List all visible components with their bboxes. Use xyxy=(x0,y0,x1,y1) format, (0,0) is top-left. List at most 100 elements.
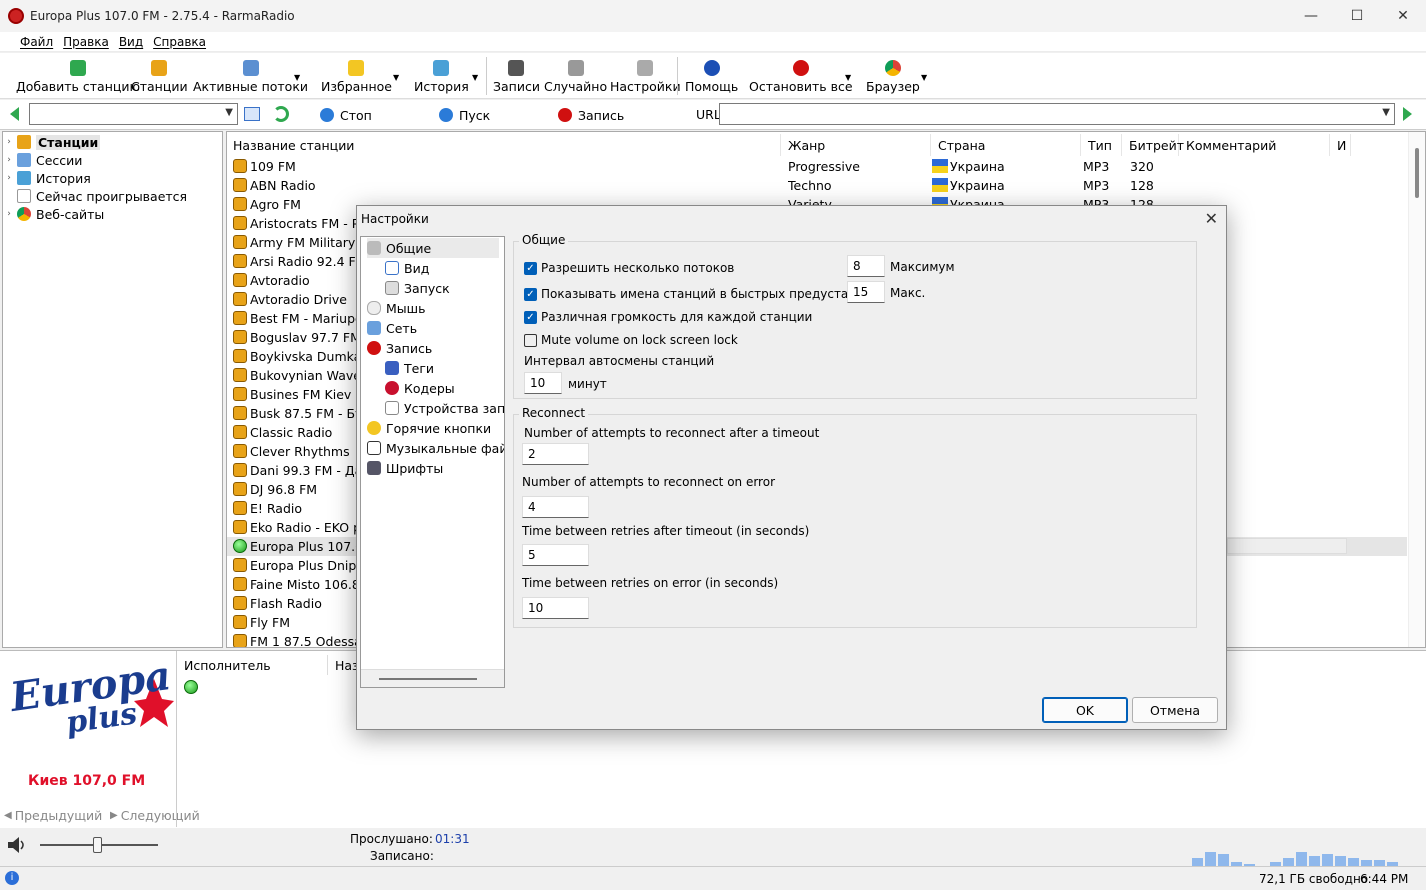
interval-field[interactable]: 10 xyxy=(524,372,562,394)
settings-tree-hotkeys[interactable]: Горячие кнопки xyxy=(367,418,491,438)
favorites-button[interactable]: Избранное xyxy=(321,53,392,99)
forward-arrow-icon[interactable] xyxy=(1403,107,1412,121)
url-input[interactable]: ▼ xyxy=(719,103,1395,125)
horizontal-scrollbar[interactable] xyxy=(1227,538,1347,554)
tree-item-history[interactable]: › История xyxy=(3,169,91,187)
max-presets-field[interactable]: 15 xyxy=(847,281,885,303)
diff-volume-checkbox[interactable]: ✓ Различная громкость для каждой станции xyxy=(524,308,812,326)
dialog-title: Настройки xyxy=(361,212,429,226)
time-timeout-field[interactable]: 5 xyxy=(522,544,589,566)
settings-tree-music-files[interactable]: Музыкальные файл xyxy=(367,438,504,458)
column-header-name[interactable]: Название станции xyxy=(227,134,781,156)
volume-slider-handle[interactable] xyxy=(93,837,102,853)
settings-button[interactable]: Настройки xyxy=(610,53,681,99)
table-row[interactable]: ABN Radio Techno Украина MP3 128 xyxy=(227,176,1407,195)
expand-icon[interactable]: › xyxy=(3,173,15,183)
player-controls: Прослушано: 01:31 Записано: xyxy=(0,828,1426,866)
column-header-comment[interactable]: Комментарий xyxy=(1180,134,1330,156)
settings-tree-startup[interactable]: Запуск xyxy=(385,278,450,298)
stop-button[interactable]: Стоп xyxy=(320,104,372,126)
tree-horizontal-scrollbar[interactable] xyxy=(361,669,504,687)
refresh-icon[interactable] xyxy=(273,106,289,122)
settings-tree-mouse[interactable]: Мышь xyxy=(367,298,425,318)
settings-tree-encoders[interactable]: Кодеры xyxy=(385,378,455,398)
checkbox-checked-icon: ✓ xyxy=(524,310,537,324)
column-header-type[interactable]: Тип xyxy=(1082,134,1122,156)
attempts-timeout-field[interactable]: 2 xyxy=(522,443,589,465)
column-header-artist[interactable]: Исполнитель xyxy=(184,658,271,673)
dialog-close-icon[interactable]: ✕ xyxy=(1205,209,1218,228)
settings-tree-network[interactable]: Сеть xyxy=(367,318,417,338)
station-bitrate: 320 xyxy=(1130,159,1154,174)
radio-icon xyxy=(17,135,31,149)
history-dropdown-icon[interactable]: ▼ xyxy=(472,73,478,82)
max-streams-field[interactable]: 8 xyxy=(847,255,885,277)
favorites-dropdown-icon[interactable]: ▼ xyxy=(393,73,399,82)
scrollbar-thumb[interactable] xyxy=(379,678,477,680)
expand-icon[interactable]: › xyxy=(3,137,15,147)
tree-item-sessions[interactable]: › Сессии xyxy=(3,151,82,169)
previous-button[interactable]: ◀ Предыдущий xyxy=(4,805,102,825)
stations-button[interactable]: Станции xyxy=(131,53,188,99)
column-header-country[interactable]: Страна xyxy=(932,134,1081,156)
record-button[interactable]: Запись xyxy=(558,104,624,126)
vertical-scrollbar[interactable] xyxy=(1408,132,1425,647)
menu-edit[interactable]: Правка xyxy=(63,35,119,49)
column-header-genre[interactable]: Жанр xyxy=(782,134,931,156)
browser-dropdown-icon[interactable]: ▼ xyxy=(921,73,927,82)
attempts-error-field[interactable]: 4 xyxy=(522,496,589,518)
menu-help[interactable]: Справка xyxy=(153,35,216,49)
stop-all-button[interactable]: Остановить все xyxy=(749,53,853,99)
settings-tree-record[interactable]: Запись xyxy=(367,338,432,358)
settings-tree-devices[interactable]: Устройства запи xyxy=(385,398,504,418)
back-arrow-icon[interactable] xyxy=(10,107,19,121)
column-header-bitrate[interactable]: Битрейт xyxy=(1123,134,1184,156)
menu-view[interactable]: Вид xyxy=(119,35,153,49)
tree-item-now-playing[interactable]: Сейчас проигрывается xyxy=(3,187,187,205)
active-streams-button[interactable]: Активные потоки xyxy=(193,53,308,99)
reconnect-group-label: Reconnect xyxy=(519,406,589,420)
menu-file[interactable]: Файл xyxy=(0,35,63,49)
settings-tree-general[interactable]: Общие xyxy=(367,238,499,258)
expand-icon[interactable]: › xyxy=(3,209,15,219)
random-button[interactable]: Случайно xyxy=(544,53,607,99)
ok-button[interactable]: OK xyxy=(1042,697,1128,723)
checkbox-checked-icon: ✓ xyxy=(524,261,537,275)
tree-item-websites[interactable]: › Веб-сайты xyxy=(3,205,104,223)
active-streams-dropdown-icon[interactable]: ▼ xyxy=(294,73,300,82)
maximize-button[interactable]: ☐ xyxy=(1334,0,1380,32)
station-name: Busk 87.5 FM - Бусь xyxy=(250,406,356,421)
station-combo[interactable]: ▼ xyxy=(29,103,238,125)
cancel-button[interactable]: Отмена xyxy=(1132,697,1218,723)
history-button[interactable]: История xyxy=(414,53,469,99)
table-row[interactable]: 109 FM Progressive Украина MP3 320 xyxy=(227,157,1407,176)
add-station-button[interactable]: Добавить станцию xyxy=(16,53,140,99)
play-button[interactable]: Пуск xyxy=(439,104,490,126)
scrollbar-thumb[interactable] xyxy=(1415,148,1419,198)
close-button[interactable]: ✕ xyxy=(1380,0,1426,32)
column-header-extra[interactable]: И xyxy=(1331,134,1351,156)
expand-icon[interactable]: › xyxy=(3,155,15,165)
settings-tree-view[interactable]: Вид xyxy=(385,258,429,278)
list-view-icon[interactable] xyxy=(244,107,260,121)
minimize-button[interactable]: — xyxy=(1288,0,1334,32)
tree-item-stations[interactable]: › Станции xyxy=(3,133,101,151)
station-name: Bukovynian Wave 10 xyxy=(250,368,356,383)
multi-streams-checkbox[interactable]: ✓ Разрешить несколько потоков xyxy=(524,259,734,277)
wrench-icon xyxy=(367,241,381,255)
time-error-field[interactable]: 10 xyxy=(522,597,589,619)
show-names-checkbox[interactable]: ✓ Показывать имена станций в быстрых пред… xyxy=(524,285,885,303)
stop-all-dropdown-icon[interactable]: ▼ xyxy=(845,73,851,82)
radio-icon xyxy=(233,273,247,287)
radio-icon xyxy=(151,60,168,76)
info-icon[interactable]: i xyxy=(5,871,19,885)
help-button[interactable]: Помощь xyxy=(685,53,738,99)
speaker-icon[interactable] xyxy=(6,836,28,854)
browser-button[interactable]: Браузер xyxy=(866,53,920,99)
radio-icon xyxy=(233,330,247,344)
recordings-button[interactable]: Записи xyxy=(493,53,540,99)
settings-tree-tags[interactable]: Теги xyxy=(385,358,434,378)
settings-tree-fonts[interactable]: Шрифты xyxy=(367,458,443,478)
mute-lock-checkbox[interactable]: Mute volume on lock screen lock xyxy=(524,331,738,349)
hotkey-icon xyxy=(367,421,381,435)
